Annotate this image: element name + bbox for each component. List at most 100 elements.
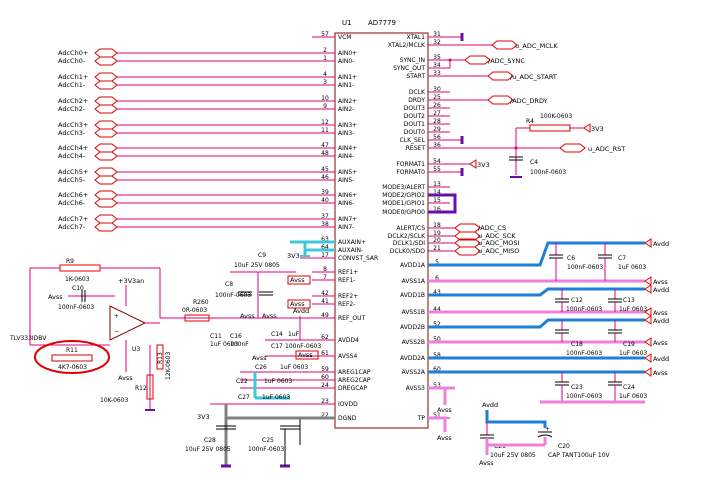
capacitor-c24: C24 1uF 0603 — [608, 372, 647, 402]
svg-text:1uF 0603: 1uF 0603 — [619, 393, 647, 400]
pin-name: AIN5- — [338, 177, 354, 184]
pin-name: AIN5+ — [338, 169, 357, 176]
label-c9-value: 10uF 25V 0805 — [234, 262, 280, 269]
net-label-avss-c8: Avss — [240, 312, 255, 320]
capacitor-c19: C19 1uF 0603 — [608, 320, 647, 357]
net-label-avss-avss4: Avss — [298, 351, 313, 359]
resistor-r11 — [51, 354, 93, 362]
net-label-drdy: /ADC_DRDY — [510, 97, 548, 105]
pin-number: 48 — [321, 150, 329, 157]
pin-number: 37 — [321, 213, 329, 220]
net-label-rst: u_ADC_RST — [588, 145, 625, 153]
svg-text:C12: C12 — [571, 297, 583, 304]
svg-text:C13: C13 — [623, 297, 635, 304]
svg-text:−: − — [114, 328, 119, 335]
svg-text:C7: C7 — [618, 255, 626, 262]
label-c28-value: 10uF 25V 0805 — [185, 446, 231, 453]
label-c4: C4 — [530, 159, 538, 166]
pin-name: AIN3+ — [338, 122, 357, 129]
net-label-avdd-4: Avdd — [653, 355, 669, 363]
net-label-avss-4: Avss — [653, 369, 668, 377]
svg-text:100nF-0603: 100nF-0603 — [566, 306, 602, 313]
pin-number: 10 — [321, 95, 329, 102]
pin-name: AIN2- — [338, 106, 354, 113]
pin-name: AVDD2B — [400, 324, 425, 331]
pin-number: 28 — [433, 118, 441, 125]
label-c4-value: 100nF-0603 — [530, 169, 566, 176]
label-c26: C26 — [255, 364, 267, 371]
capacitor-c18: C18 100nF-0603 — [555, 320, 602, 357]
net-label-mosi: u_ADC_MOSI — [478, 239, 519, 247]
net-label-avss-ref1: Avss — [290, 276, 305, 284]
label-c21-value: 10uF 25V 0805 — [490, 452, 536, 459]
label-c25-value: 100nF-0603 — [248, 446, 284, 453]
pin-number: 30 — [433, 86, 441, 93]
schematic-canvas: U1 AD7779 57 VCM 2 AIN0+ 1 AIN0- 4 AIN1+ 3 AIN1- 1… — [9, 19, 669, 468]
pin-name: AVSS1A — [402, 278, 426, 285]
adc-input-label: AdcCh4+ — [58, 144, 88, 152]
pin-number: 13 — [433, 181, 441, 188]
pin-number: 9 — [323, 103, 327, 110]
pin-name: AREG2CAP — [338, 377, 371, 384]
net-label-avdd-1: Avdd — [653, 240, 669, 248]
pin-name: REF_OUT — [338, 315, 366, 322]
adc-input-net: AdcCh4+ — [58, 143, 312, 153]
net-label-cs: /ADC_CS — [478, 224, 506, 232]
net-label-avdd-c21: Avdd — [482, 401, 498, 409]
pin-name: AIN4+ — [338, 145, 357, 152]
adc-input-label: AdcCh5+ — [58, 168, 88, 176]
net-label-sync: /ADC_SYNC — [488, 57, 525, 65]
label-c11: C11 — [210, 333, 222, 340]
adc-input-label: AdcCh0+ — [58, 49, 88, 57]
label-c10: C10 — [72, 285, 84, 292]
reference-circuit: 3V3 Avss Avss C9 10uF 25V 0805 C8 100nF-… — [9, 240, 335, 468]
pin-name: MODE2/GPIO2 — [382, 192, 425, 199]
pin-number: 45 — [321, 166, 329, 173]
adc-input-label: AdcCh7+ — [58, 215, 88, 223]
pin-name: AIN1- — [338, 82, 354, 89]
pin-number: 27 — [433, 110, 441, 117]
net-label-3v3-format: 3V3 — [477, 161, 490, 169]
label-c17-value: 100nF-0603 — [285, 343, 321, 350]
pin-number: 47 — [321, 142, 329, 149]
label-c8-value: 100nF-0603 — [215, 292, 251, 299]
adc-input-net: AdcCh5- — [58, 175, 312, 185]
pin-name: DCLK0/SDO — [390, 248, 425, 255]
adc-input-net: AdcCh0- — [58, 56, 312, 66]
svg-text:C24: C24 — [623, 384, 635, 391]
pin-name: AUXAIN- — [338, 247, 363, 254]
adc-input-net: AdcCh1+ — [58, 72, 312, 82]
net-label-3v3an: +3V3an — [118, 277, 144, 285]
capacitor-c13: C13 1uF 0603 — [608, 289, 647, 313]
pin-name: AIN0- — [338, 58, 354, 65]
svg-text:100nF-0603: 100nF-0603 — [567, 264, 603, 271]
adc-input-net: AdcCh2- — [58, 104, 312, 114]
label-r260-value: 0R-0603 — [182, 307, 207, 314]
adc-input-net: AdcCh5+ — [58, 167, 312, 177]
adc-input-net: AdcCh4- — [58, 151, 312, 161]
pin-name: AVDD4 — [338, 337, 359, 344]
label-c9: C9 — [258, 252, 266, 259]
pin-number: 11 — [321, 127, 329, 134]
adc-input-label: AdcCh6- — [58, 199, 86, 207]
label-opamp: TLV333IDBV — [9, 335, 47, 342]
adc-input-net: AdcCh6+ — [58, 190, 312, 200]
pin-name: DGND — [338, 415, 357, 422]
adc-input-label: AdcCh3- — [58, 129, 86, 137]
adc-input-net: AdcCh7+ — [58, 214, 312, 224]
pin-name: XTAL2/MCLK — [388, 42, 426, 49]
adc-input-label: AdcCh1- — [58, 81, 86, 89]
pin-name: AVSS2B — [402, 339, 425, 346]
svg-text:C23: C23 — [571, 384, 583, 391]
pin-name: AVDD2A — [400, 355, 426, 362]
adc-input-nets: AdcCh0+AdcCh0-AdcCh1+AdcCh1-AdcCh2+AdcCh… — [58, 48, 312, 232]
pin-name: AIN6+ — [338, 192, 357, 199]
pin-name: MODE3/ALERT — [382, 184, 425, 191]
capacitor-c6: C6 100nF-0603 — [549, 243, 603, 281]
pin-name: DCLK1/SDI — [393, 240, 425, 247]
net-label-avdd-2: Avdd — [653, 286, 669, 294]
pin-name: AIN3- — [338, 130, 354, 137]
label-c16: C16 — [230, 333, 242, 340]
pin-number: 46 — [321, 174, 329, 181]
pin-name: MODE0/GPIO0 — [382, 209, 425, 216]
